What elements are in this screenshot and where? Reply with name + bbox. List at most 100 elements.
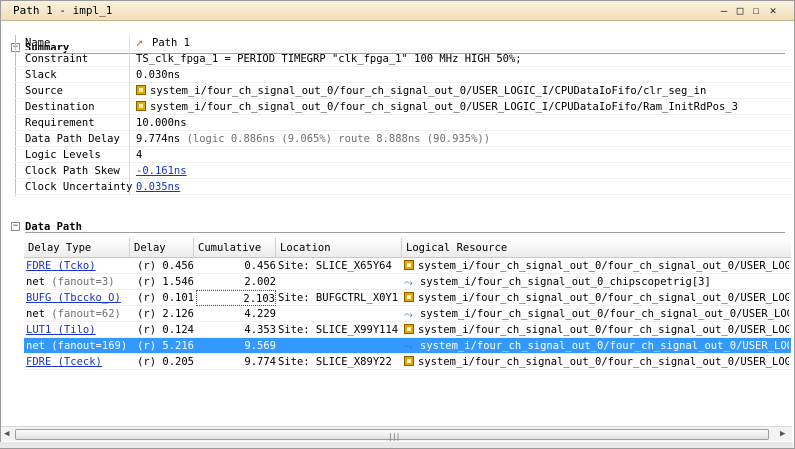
location-cell: [278, 274, 402, 290]
data-path-table-header: Delay Type Delay Cumulative Location Log…: [24, 238, 791, 258]
minimize-button[interactable]: —: [718, 5, 730, 17]
delay-cell: (r) 1.546: [137, 276, 194, 288]
table-row[interactable]: net (fanout=62) (r) 2.126 4.229 ⤳ system_i/f…: [24, 306, 791, 322]
summary-label: Destination: [15, 99, 130, 115]
summary-label: Data Path Delay: [15, 131, 130, 147]
table-row[interactable]: LUT1 (Tilo) (r) 0.124 4.353 Site: SLICE_X99…: [24, 322, 791, 338]
logical-resource-text: system_i/four_ch_signal_out_0/four_ch_si…: [420, 340, 789, 352]
summary-row: Source system_i/four_ch_signal_out_0/four…: [15, 83, 791, 99]
delay-type-text: net: [26, 276, 45, 288]
summary-label: Source: [15, 83, 130, 99]
net-icon: ⤳: [404, 340, 413, 353]
logical-resource-cell: ⤳ system_i/four_ch_signal_out_0_chipscope…: [404, 274, 789, 290]
delay-type-link[interactable]: BUFG (Tbccko_O): [26, 292, 121, 304]
close-button[interactable]: ✕: [767, 5, 779, 17]
delay-cell: (r) 2.126: [137, 308, 194, 320]
delay-type-cell: BUFG (Tbccko_O): [26, 290, 130, 306]
delay-cell: (r) 5.216: [137, 340, 194, 352]
cumulative-cell: 2.002: [244, 276, 276, 288]
summary-value-link[interactable]: -0.161ns: [136, 165, 187, 177]
summary-value-text: system_i/four_ch_signal_out_0/four_ch_si…: [150, 85, 707, 97]
column-header-logical-resource[interactable]: Logical Resource: [402, 238, 791, 258]
summary-row: Name ➚ Path 1: [15, 35, 791, 51]
location-cell: Site: SLICE_X99Y114: [278, 324, 399, 336]
horizontal-scrollbar[interactable]: ◀ ||| ▶: [1, 426, 792, 441]
summary-value-link[interactable]: 0.035ns: [136, 181, 180, 193]
chip-icon: [404, 356, 414, 366]
summary-table: Name ➚ Path 1 Constraint TS_clk_fpga_1 = PER…: [15, 35, 791, 195]
table-row[interactable]: BUFG (Tbccko_O) (r) 0.101 2.103 Site: BUFGC…: [24, 290, 791, 306]
delay-type-link[interactable]: FDRE (Tcko): [26, 260, 96, 272]
summary-value[interactable]: 0.035ns: [136, 179, 180, 195]
delay-type-link[interactable]: LUT1 (Tilo): [26, 324, 96, 336]
window-title: Path 1 - impl_1: [13, 4, 113, 17]
logical-resource-cell: system_i/four_ch_signal_out_0/four_ch_si…: [404, 290, 789, 306]
data-path-table: Delay Type Delay Cumulative Location Log…: [24, 238, 791, 370]
chip-icon: [404, 260, 414, 270]
cumulative-cell: 4.353: [244, 324, 276, 336]
summary-value-text: system_i/four_ch_signal_out_0/four_ch_si…: [150, 101, 738, 113]
cumulative-cell: 9.569: [244, 340, 276, 352]
table-row[interactable]: FDRE (Tceck) (r) 0.205 9.774 Site: SLICE_X8…: [24, 354, 791, 370]
summary-value[interactable]: -0.161ns: [136, 163, 187, 179]
restore-button[interactable]: □: [734, 5, 746, 17]
logical-resource-text: system_i/four_ch_signal_out_0_chipscopet…: [420, 276, 711, 288]
summary-value: 9.774ns (logic 0.886ns (9.065%) route 8.…: [136, 131, 490, 147]
maximize-button[interactable]: ☐: [750, 5, 762, 17]
scroll-right-arrow-icon[interactable]: ▶: [780, 429, 785, 439]
scrollbar-grip-icon: |||: [388, 432, 400, 441]
logical-resource-cell: system_i/four_ch_signal_out_0/four_ch_si…: [404, 322, 789, 338]
summary-row: Clock Path Skew -0.161ns: [15, 163, 791, 179]
delay-type-cell: FDRE (Tceck): [26, 354, 130, 370]
column-header-delay[interactable]: Delay: [130, 238, 194, 258]
scroll-left-arrow-icon[interactable]: ◀: [4, 429, 9, 439]
logical-resource-text: system_i/four_ch_signal_out_0/four_ch_si…: [418, 260, 789, 272]
column-header-delay-type[interactable]: Delay Type: [24, 238, 130, 258]
logical-resource-text: system_i/four_ch_signal_out_0/four_ch_si…: [418, 356, 789, 368]
summary-value: ➚ Path 1: [136, 35, 190, 51]
summary-row: Data Path Delay 9.774ns (logic 0.886ns (9…: [15, 131, 791, 147]
delay-cell: (r) 0.124: [137, 324, 194, 336]
scrollbar-thumb[interactable]: |||: [15, 429, 769, 441]
path-icon: ➚: [136, 37, 143, 50]
chip-icon: [136, 85, 146, 95]
logical-resource-cell: system_i/four_ch_signal_out_0/four_ch_si…: [404, 258, 789, 274]
summary-row: Destination system_i/four_ch_signal_out_0…: [15, 99, 791, 115]
summary-label: Clock Uncertainty: [15, 179, 132, 195]
table-row[interactable]: net (fanout=169) (r) 5.216 9.569 ⤳ system_i/…: [24, 338, 791, 354]
fanout-text: (fanout=3): [51, 276, 115, 288]
cumulative-cell: 4.229: [244, 308, 276, 320]
column-header-cumulative[interactable]: Cumulative: [194, 238, 276, 258]
delay-type-text: net: [26, 340, 45, 352]
location-cell: Site: BUFGCTRL_X0Y1: [278, 292, 399, 304]
delay-cell: (r) 0.456: [137, 260, 194, 272]
fanout-text: (fanout=169): [51, 340, 128, 352]
summary-value: TS_clk_fpga_1 = PERIOD TIMEGRP "clk_fpga…: [136, 51, 522, 67]
summary-value: system_i/four_ch_signal_out_0/four_ch_si…: [136, 83, 706, 99]
delay-type-cell: net (fanout=169): [26, 338, 130, 354]
summary-value: system_i/four_ch_signal_out_0/four_ch_si…: [136, 99, 738, 115]
summary-value-text: Path 1: [152, 37, 190, 49]
summary-value-text: 0.030ns: [136, 69, 181, 81]
location-cell: [278, 338, 402, 354]
summary-value: 0.030ns: [136, 67, 180, 83]
net-icon: ⤳: [404, 276, 413, 289]
logical-resource-cell: ⤳ system_i/four_ch_signal_out_0/four_ch_s…: [404, 306, 789, 322]
logical-resource-cell: ⤳ system_i/four_ch_signal_out_0/four_ch_s…: [404, 338, 789, 354]
delay-type-cell: LUT1 (Tilo): [26, 322, 130, 338]
summary-value: 4: [136, 147, 142, 163]
cumulative-cell: 9.774: [244, 356, 276, 368]
delay-cell: (r) 0.205: [137, 356, 194, 368]
data-path-table-body: FDRE (Tcko) (r) 0.456 0.456 Site: SLICE_X65…: [24, 258, 791, 370]
data-path-collapse-toggle[interactable]: −: [11, 222, 20, 231]
data-path-section-header: − Data Path: [1, 220, 792, 234]
logical-resource-text: system_i/four_ch_signal_out_0/four_ch_si…: [418, 324, 789, 336]
summary-row: Logic Levels 4: [15, 147, 791, 163]
title-bar[interactable]: Path 1 - impl_1 — □ ☐ ✕: [1, 1, 794, 21]
column-header-location[interactable]: Location: [276, 238, 402, 258]
location-cell: Site: SLICE_X65Y64: [278, 260, 392, 272]
delay-type-link[interactable]: FDRE (Tceck): [26, 356, 102, 368]
table-row[interactable]: FDRE (Tcko) (r) 0.456 0.456 Site: SLICE_X65…: [24, 258, 791, 274]
summary-label: Slack: [15, 67, 130, 83]
table-row[interactable]: net (fanout=3) (r) 1.546 2.002 ⤳ system_i/fo…: [24, 274, 791, 290]
